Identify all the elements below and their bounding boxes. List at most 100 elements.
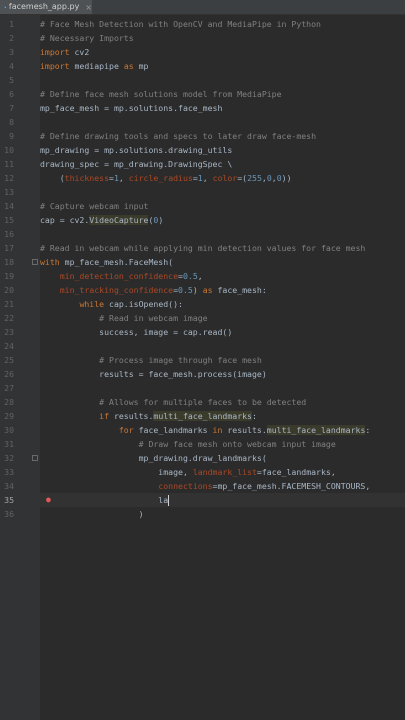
code-line[interactable]: with mp_face_mesh.FaceMesh( xyxy=(40,255,173,269)
code-token: 0.5 xyxy=(178,285,193,295)
code-token: mp_drawing = mp.solutions.drawing_utils xyxy=(40,145,233,155)
line-number: 22 xyxy=(4,313,14,323)
code-line[interactable]: import mediapipe as mp xyxy=(40,59,148,73)
code-line[interactable]: # Read in webcam image xyxy=(40,311,207,325)
code-line[interactable]: min_detection_confidence=0.5, xyxy=(40,269,203,283)
code-token: # Define face mesh solutions model from … xyxy=(40,89,282,99)
tab-filename: facemesh_app.py xyxy=(8,2,80,11)
code-line[interactable]: # Read in webcam while applying min dete… xyxy=(40,241,365,255)
code-token: mp_face_mesh.FaceMesh( xyxy=(59,257,174,267)
code-token: for xyxy=(118,425,134,435)
code-token: , xyxy=(202,173,213,183)
code-line[interactable]: import cv2 xyxy=(40,45,89,59)
code-line[interactable]: ) xyxy=(40,507,144,521)
code-line[interactable]: cap = cv2.VideoCapture(0) xyxy=(40,213,163,227)
code-token: ) xyxy=(158,215,164,225)
code-token: in xyxy=(212,425,223,435)
code-line[interactable]: connections=mp_face_mesh.FACEMESH_CONTOU… xyxy=(40,479,370,493)
line-number: 25 xyxy=(4,355,14,365)
line-number: 19 xyxy=(4,271,14,281)
code-token: # Process image through face mesh xyxy=(99,355,262,365)
code-line[interactable]: drawing_spec = mp_drawing.DrawingSpec \ xyxy=(40,157,232,171)
close-tab-icon[interactable]: × xyxy=(85,3,92,12)
line-number: 26 xyxy=(4,369,14,379)
code-token: while xyxy=(79,299,105,309)
code-line[interactable]: success, image = cap.read() xyxy=(40,325,232,339)
code-line[interactable]: # Process image through face mesh xyxy=(40,353,262,367)
code-token: face_landmarks xyxy=(133,425,213,435)
code-line[interactable]: # Draw face mesh onto webcam input image xyxy=(40,437,336,451)
line-number: 36 xyxy=(4,509,14,519)
code-line[interactable]: # Allows for multiple faces to be detect… xyxy=(40,395,306,409)
code-token: : xyxy=(365,425,371,435)
code-token: 0.5 xyxy=(182,271,198,281)
line-number: 8 xyxy=(9,117,14,127)
code-line[interactable]: # Define face mesh solutions model from … xyxy=(40,87,282,101)
code-token: # Face Mesh Detection with OpenCV and Me… xyxy=(40,19,321,29)
line-number: 34 xyxy=(4,481,14,491)
code-token: cap = cv2. xyxy=(40,215,90,225)
line-number: 27 xyxy=(4,383,14,393)
code-token: thickness xyxy=(64,173,110,183)
code-line[interactable]: # Define drawing tools and specs to late… xyxy=(40,129,316,143)
code-token: multi_face_landmarks xyxy=(153,411,252,421)
code-token: import xyxy=(40,61,70,71)
line-number: 10 xyxy=(4,145,14,155)
code-token: # Capture webcam input xyxy=(40,201,149,211)
line-number: 23 xyxy=(4,327,14,337)
code-line[interactable]: min_tracking_confidence=0.5) as face_mes… xyxy=(40,283,267,297)
line-number: 35 xyxy=(4,495,14,505)
code-line[interactable]: mp_face_mesh = mp.solutions.face_mesh xyxy=(40,101,222,115)
code-token: drawing_spec = mp_drawing.DrawingSpec \ xyxy=(40,159,233,169)
code-token: as xyxy=(202,285,213,295)
fold-marker-icon[interactable] xyxy=(32,259,38,265)
code-line[interactable]: la xyxy=(40,493,170,507)
line-number: 11 xyxy=(4,159,14,169)
code-line[interactable]: for face_landmarks in results.multi_face… xyxy=(40,423,370,437)
code-token: la xyxy=(40,495,169,505)
code-token: =mp_face_mesh.FACEMESH_CONTOURS, xyxy=(212,481,371,491)
code-token: mp_drawing.draw_landmarks( xyxy=(40,453,267,463)
code-line[interactable]: (thickness=1, circle_radius=1, color=(25… xyxy=(40,171,292,185)
code-token: with xyxy=(40,257,60,267)
code-line[interactable]: image, landmark_list=face_landmarks, xyxy=(40,465,336,479)
line-number: 6 xyxy=(9,89,14,99)
line-number: 16 xyxy=(4,229,14,239)
code-token: mediapipe xyxy=(69,61,124,71)
code-editor[interactable]: 1 # Face Mesh Detection with OpenCV and M… xyxy=(0,15,405,720)
code-token: results. xyxy=(109,411,154,421)
code-line[interactable]: # Face Mesh Detection with OpenCV and Me… xyxy=(40,17,321,31)
code-line[interactable]: while cap.isOpened(): xyxy=(40,297,183,311)
code-token: =face_landmarks, xyxy=(256,467,336,477)
code-token: landmark_list xyxy=(192,467,257,477)
code-token: min_tracking_confidence xyxy=(59,285,174,295)
code-token: : xyxy=(251,411,257,421)
error-bulb-icon[interactable]: ● xyxy=(46,493,51,507)
code-line[interactable]: if results.multi_face_landmarks: xyxy=(40,409,257,423)
code-token: import xyxy=(40,47,70,57)
code-line[interactable]: # Necessary Imports xyxy=(40,31,134,45)
code-token: )) xyxy=(281,173,292,183)
line-number: 18 xyxy=(4,257,14,267)
tab-facemesh-app[interactable]: facemesh_app.py × xyxy=(0,0,92,14)
python-file-icon xyxy=(4,6,6,8)
fold-marker-icon[interactable] xyxy=(32,455,38,461)
code-token: results. xyxy=(222,425,267,435)
code-line[interactable]: mp_drawing.draw_landmarks( xyxy=(40,451,267,465)
code-line[interactable]: mp_drawing = mp.solutions.drawing_utils xyxy=(40,143,232,157)
code-token: face_mesh: xyxy=(212,285,267,295)
line-number: 30 xyxy=(4,425,14,435)
code-line[interactable]: results = face_mesh.process(image) xyxy=(40,367,267,381)
code-line[interactable]: # Capture webcam input xyxy=(40,199,148,213)
line-number: 31 xyxy=(4,439,14,449)
code-token: ) xyxy=(40,509,144,519)
line-number: 4 xyxy=(9,61,14,71)
line-number: 12 xyxy=(4,173,14,183)
